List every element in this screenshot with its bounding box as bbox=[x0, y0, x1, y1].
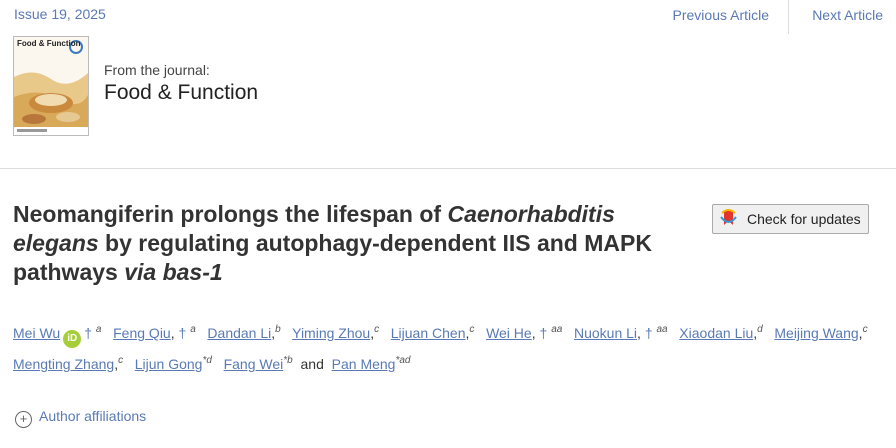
author-link[interactable]: Mei Wu bbox=[13, 325, 60, 341]
orcid-icon[interactable]: iD bbox=[63, 330, 82, 348]
journal-header: Food & Function From the journal: Food &… bbox=[0, 34, 896, 169]
author-link[interactable]: Xiaodan Liu bbox=[679, 325, 753, 341]
check-for-updates-label: Check for updates bbox=[747, 211, 861, 227]
affiliation-sup: b bbox=[275, 324, 281, 335]
affiliation-sup: c bbox=[862, 324, 868, 335]
top-navigation-bar: Issue 19, 2025 Previous Article Next Art… bbox=[0, 0, 896, 34]
author-link[interactable]: Dandan Li bbox=[207, 325, 271, 341]
title-part-3: by regulating autophagy-dependent IIS an… bbox=[13, 230, 652, 285]
title-part-1: Neomangiferin prolongs the lifespan of bbox=[13, 201, 448, 227]
affiliation-sup: *d bbox=[202, 355, 212, 366]
author-affiliations-toggle[interactable]: + Author affiliations bbox=[15, 408, 146, 428]
affiliation-sup: *b bbox=[283, 355, 293, 366]
author-link[interactable]: Lijun Gong bbox=[135, 356, 203, 372]
author-link[interactable]: Wei He bbox=[486, 325, 532, 341]
affiliation-sup: c bbox=[374, 324, 380, 335]
journal-name-link[interactable]: Food & Function bbox=[104, 81, 258, 105]
author-link[interactable]: Lijuan Chen bbox=[391, 325, 466, 341]
affiliation-sup: aa bbox=[551, 324, 563, 335]
cover-artwork bbox=[14, 37, 88, 135]
author-list: Mei Wu iD † a Feng Qiu, † a Dandan Li,b Yi… bbox=[13, 324, 868, 373]
plus-circle-icon: + bbox=[15, 411, 32, 428]
article-title: Neomangiferin prolongs the lifespan of C… bbox=[13, 200, 663, 287]
affiliation-sup: d bbox=[757, 324, 763, 335]
affiliation-sup: c bbox=[469, 324, 475, 335]
check-for-updates-button[interactable]: Check for updates bbox=[712, 204, 869, 234]
equal-contribution-dagger: † bbox=[644, 325, 653, 341]
affiliation-sup: *ad bbox=[395, 355, 411, 366]
author-affiliations-label: Author affiliations bbox=[39, 408, 147, 424]
affiliation-sup: a bbox=[190, 324, 196, 335]
journal-cover-image[interactable]: Food & Function bbox=[13, 36, 89, 136]
author-link[interactable]: Meijing Wang bbox=[774, 325, 858, 341]
previous-article-link[interactable]: Previous Article bbox=[673, 7, 769, 23]
affiliation-sup: c bbox=[118, 355, 124, 366]
equal-contribution-dagger: † bbox=[84, 325, 92, 341]
author-link[interactable]: Feng Qiu bbox=[113, 325, 171, 341]
next-article-link[interactable]: Next Article bbox=[812, 7, 883, 23]
author-link[interactable]: Yiming Zhou bbox=[292, 325, 370, 341]
author-link[interactable]: Nuokun Li bbox=[574, 325, 637, 341]
issue-link[interactable]: Issue 19, 2025 bbox=[14, 6, 106, 22]
author-link[interactable]: Pan Meng bbox=[332, 356, 396, 372]
affiliation-sup: aa bbox=[656, 324, 668, 335]
affiliation-sup: a bbox=[95, 324, 102, 335]
author-link[interactable]: Mengting Zhang bbox=[13, 356, 114, 372]
author-link[interactable]: Fang Wei bbox=[224, 356, 284, 372]
nav-divider bbox=[788, 0, 789, 34]
and-text: and bbox=[300, 356, 324, 372]
title-part-4: via bas-1 bbox=[124, 259, 223, 285]
from-the-journal-label: From the journal: bbox=[104, 62, 210, 78]
equal-contribution-dagger: † bbox=[539, 325, 548, 341]
bookmark-ribbon-icon bbox=[718, 209, 740, 234]
equal-contribution-dagger: † bbox=[178, 325, 187, 341]
cover-title: Food & Function bbox=[17, 39, 81, 48]
